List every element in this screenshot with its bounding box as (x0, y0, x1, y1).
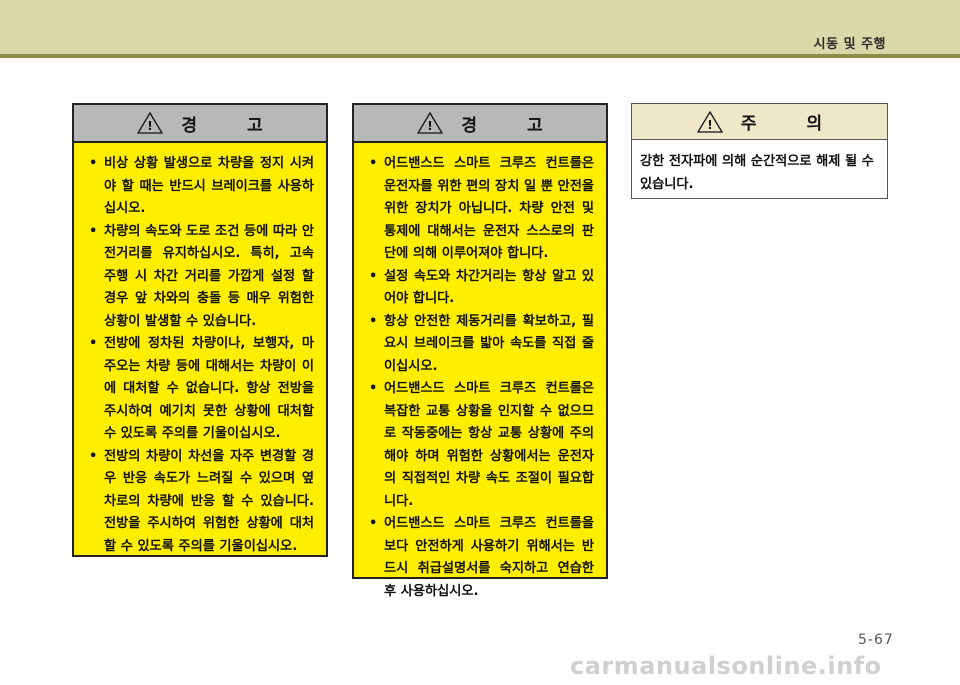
bullet: • (369, 268, 378, 284)
warning-box-2: ! 경 고 • 어드밴스드 스마트 크루즈 컨트롤은 운전자를 위한 편의 장치 … (352, 103, 608, 599)
page-number: 5-67 (858, 632, 894, 648)
bullet: • (89, 223, 98, 239)
list-item: • 전방의 차량이 차선을 자주 변경할 경우 반응 속도가 느려질 수 있으며 … (86, 446, 314, 559)
bullet: • (369, 313, 378, 329)
bullet: • (369, 381, 378, 396)
warning-box-1-title: 경 고 (181, 115, 285, 136)
watermark: carmanualsonline.info (570, 652, 882, 680)
warning-box-1-header: ! 경 고 (74, 105, 326, 143)
caution-triangle-icon: ! (696, 110, 723, 133)
list-item: • 전방에 정차된 차량이나, 보행자, 마주오는 차량 등에 대해서는 차량이 … (86, 333, 314, 446)
list-item-text: 전방에 정차된 차량이나, 보행자, 마주오는 차량 등에 대해서는 차량이 이… (104, 336, 314, 441)
warning-triangle-icon: ! (417, 112, 444, 134)
list-item-text: 어드밴스드 스마트 크루즈 컨트롤은 운전자를 위한 편의 장치 일 뿐 안전을… (384, 156, 594, 261)
caution-box: ! 주 의 강한 전자파에 의해 순간적으로 해제 될 수 있습니다. (631, 103, 888, 199)
list-item-text: 항상 안전한 제동거리를 확보하고, 필요시 브레이크를 밟아 속도를 직접 줄… (384, 313, 594, 374)
list-item-text: 어드밴스드 스마트 크루즈 컨트롤은 복잡한 교통 상황을 인지할 수 없으므로… (384, 381, 594, 509)
svg-text:!: ! (707, 118, 712, 132)
svg-text:!: ! (428, 119, 433, 133)
list-item: • 항상 안전한 제동거리를 확보하고, 필요시 브레이크를 밟아 속도를 직접 … (366, 311, 594, 379)
list-item: • 설정 속도와 차간거리는 항상 알고 있어야 합니다. (366, 266, 594, 311)
section-title: 시동 및 주행 (813, 37, 886, 52)
list-item: • 어드밴스드 스마트 크루즈 컨트롤을 보다 안전하게 사용하기 위해서는 반드… (366, 513, 594, 603)
warning-box-1: ! 경 고 • 비상 상황 발생으로 차량을 정지 시켜야 할 때는 반드시 브레… (72, 103, 328, 557)
header-rule (0, 54, 960, 58)
caution-box-title: 주 의 (740, 114, 845, 134)
list-item-text: 어드밴스드 스마트 크루즈 컨트롤을 보다 안전하게 사용하기 위해서는 반드시… (384, 516, 594, 599)
list-item-text: 비상 상황 발생으로 차량을 정지 시켜야 할 때는 반드시 브레이크를 사용하… (104, 156, 314, 216)
list-item: • 어드밴스드 스마트 크루즈 컨트롤은 운전자를 위한 편의 장치 일 뿐 안전… (366, 153, 594, 266)
warning-box-2-list: • 어드밴스드 스마트 크루즈 컨트롤은 운전자를 위한 편의 장치 일 뿐 안전… (366, 153, 594, 603)
warning-box-1-list: • 비상 상황 발생으로 차량을 정지 시켜야 할 때는 반드시 브레이크를 사용… (86, 153, 314, 558)
list-item: • 비상 상황 발생으로 차량을 정지 시켜야 할 때는 반드시 브레이크를 사용… (86, 153, 314, 221)
bullet: • (369, 516, 378, 531)
list-item-text: 차량의 속도와 도로 조건 등에 따라 안전거리를 유지하십시오. 특히, 고속… (104, 223, 314, 329)
bullet: • (89, 448, 98, 464)
caution-box-header: ! 주 의 (632, 104, 887, 140)
caution-text: 강한 전자파에 의해 순간적으로 해제 될 수 있습니다. (640, 154, 874, 192)
list-item-text: 전방의 차량이 차선을 자주 변경할 경우 반응 속도가 느려질 수 있으며 옆… (104, 448, 314, 554)
bullet: • (369, 156, 378, 171)
bullet: • (89, 156, 98, 171)
list-item: • 어드밴스드 스마트 크루즈 컨트롤은 복잡한 교통 상황을 인지할 수 없으므… (366, 378, 594, 513)
warning-triangle-icon: ! (137, 112, 164, 134)
list-item: • 차량의 속도와 도로 조건 등에 따라 안전거리를 유지하십시오. 특히, 고… (86, 221, 314, 334)
svg-text:!: ! (148, 119, 153, 133)
warning-box-2-header: ! 경 고 (354, 105, 606, 143)
list-item-text: 설정 속도와 차간거리는 항상 알고 있어야 합니다. (384, 268, 594, 307)
warning-box-2-title: 경 고 (461, 115, 565, 136)
bullet: • (89, 336, 98, 351)
